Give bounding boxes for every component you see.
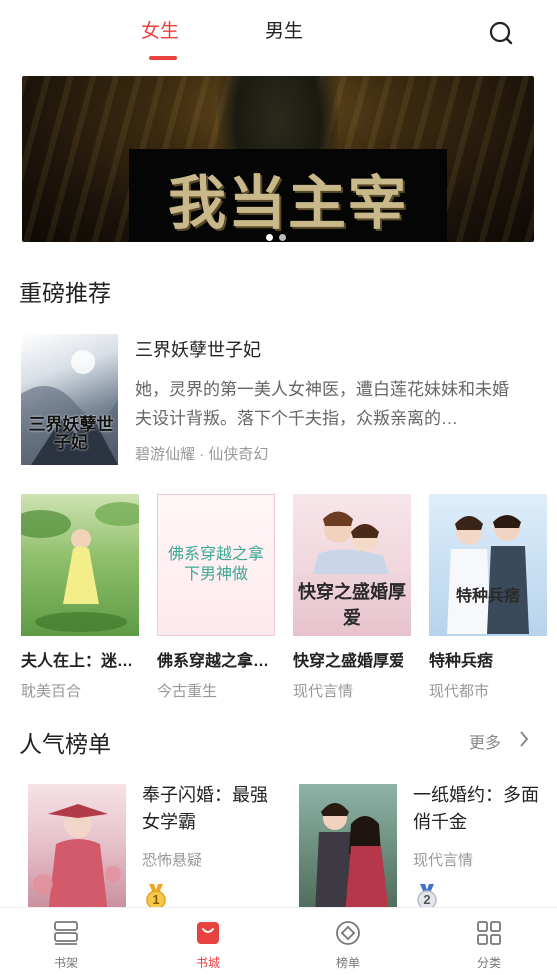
book-title: 特种兵痞 [429,653,494,670]
ranking-icon [336,921,360,945]
ranking-book-cover[interactable] [299,784,397,914]
active-tab-indicator [149,56,177,60]
book-title: 佛系穿越之拿… [157,653,267,670]
section-title-recommend: 重磅推荐 [19,280,111,306]
bookshelf-icon [54,921,78,945]
book-card[interactable]: 佛系穿越之拿下男神做 佛系穿越之拿… 今古重生 [157,494,275,701]
rank-number: 1 [152,892,160,907]
chevron-right-icon[interactable] [519,731,529,747]
cover-art [447,515,529,634]
book-category: 今古重生 [157,683,218,700]
nav-label: 书架 [53,956,78,970]
featured-book-cover[interactable]: 三界妖孽世子妃 [21,334,118,465]
cover-art [315,803,389,914]
cover-art [21,502,139,632]
featured-cover-text: 三界妖孽世子妃 [28,415,114,452]
book-cover: 佛系穿越之拿下男神做 [157,494,275,636]
ranking-book-title[interactable]: 一纸婚约：多面俏千金 [413,782,553,836]
book-cover: 快穿之盛婚厚爱 [293,494,411,636]
book-category: 现代都市 [429,683,490,700]
book-card[interactable]: 夫人在上：迷… 耽美百合 [21,494,139,701]
rank-number: 2 [423,892,431,907]
book-cover-text: 特种兵痞 [455,588,520,605]
nav-label: 分类 [476,956,501,970]
top-bar: 女生 男生 [0,0,557,70]
bottom-nav: 书架 书城 榜单 分类 [0,907,557,975]
book-cover-text: 佛系穿越之拿下男神做 [167,546,264,583]
ranking-book-category: 恐怖悬疑 [142,852,203,869]
carousel-dots [266,228,292,246]
nav-category[interactable]: 分类 [454,908,524,975]
nav-ranking[interactable]: 榜单 [313,908,383,975]
bookstore-icon [197,922,219,944]
book-title: 快穿之盛婚厚爱 [293,653,403,670]
book-card[interactable]: 特种兵痞 特种兵痞 现代都市 [429,494,547,701]
section-title-ranking: 人气榜单 [19,731,111,757]
book-category: 耽美百合 [21,683,82,700]
book-card[interactable]: 快穿之盛婚厚爱 快穿之盛婚厚爱 现代言情 [293,494,411,701]
nav-label: 书城 [195,956,220,970]
nav-bookstore[interactable]: 书城 [173,908,243,975]
book-title: 夫人在上：迷… [21,653,131,670]
category-icon [477,921,501,945]
carousel-dot [279,234,286,241]
ranking-book-category: 现代言情 [413,852,474,869]
tab-female[interactable]: 女生 [141,16,179,43]
book-cover-text: 快穿之盛婚厚爱 [298,582,406,628]
tab-male[interactable]: 男生 [265,16,303,43]
search-icon[interactable] [488,20,514,46]
banner-carousel[interactable]: 我当主宰 [22,76,534,242]
more-link[interactable]: 更多 [469,729,501,753]
nav-label: 榜单 [335,956,360,970]
featured-book-description: 她，灵界的第一美人女神医，遭白莲花妹妹和未婚夫设计背叛。落下个千夫指，众叛亲离的… [135,380,509,428]
nav-bookshelf[interactable]: 书架 [31,908,101,975]
book-cover [21,494,139,636]
ranking-book-cover[interactable] [28,784,126,914]
carousel-dot-active [266,234,273,241]
cover-art [33,804,121,914]
ranking-book-title[interactable]: 奉子闪婚：最强女学霸 [142,782,282,836]
featured-book-meta: 碧游仙耀 · 仙侠奇幻 [135,446,269,463]
book-cover: 特种兵痞 [429,494,547,636]
book-category: 现代言情 [293,683,354,700]
featured-book-title[interactable]: 三界妖孽世子妃 [135,336,261,362]
